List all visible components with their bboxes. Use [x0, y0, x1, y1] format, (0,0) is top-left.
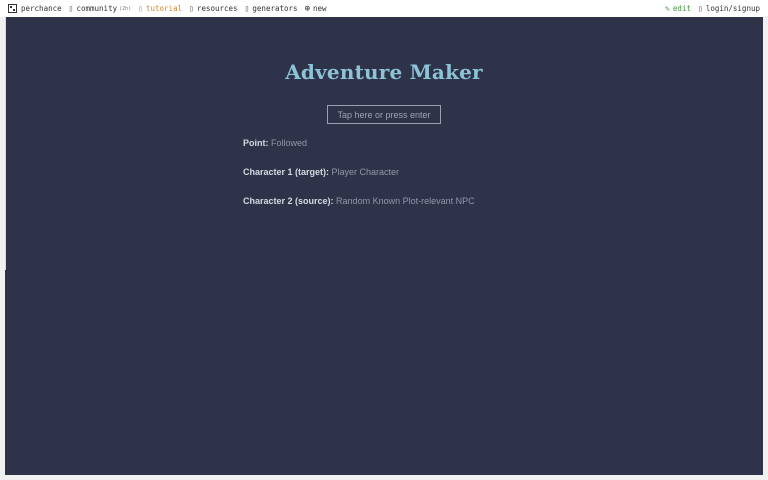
field-row-character-2: Character 2 (source): Random Known Plot-… [243, 196, 475, 225]
nav-generators[interactable]: ▯ generators [245, 4, 298, 13]
nav-left: perchance ▯ community (2h) ▯ tutorial ▯ … [8, 4, 334, 14]
field-label: Point: [243, 138, 271, 148]
field-label: Character 2 (source): [243, 196, 337, 206]
nav-community-label: community [76, 4, 118, 13]
plus-circle-icon: ⊕ [304, 3, 310, 14]
nav-community[interactable]: ▯ community (2h) [69, 4, 132, 13]
grid-icon: ▯ [244, 4, 250, 13]
nav-login[interactable]: ▯ login/signup [698, 4, 760, 13]
nav-generators-label: generators [252, 4, 298, 13]
user-icon: ▯ [697, 4, 703, 13]
nav-login-label: login/signup [705, 4, 760, 13]
chat-icon: ▯ [68, 4, 74, 13]
field-value: Followed [271, 138, 308, 148]
nav-perchance[interactable]: perchance [8, 4, 62, 13]
nav-right: ✎ edit ▯ login/signup [665, 4, 760, 13]
book-icon: ▯ [138, 4, 143, 13]
logo-icon [8, 4, 17, 13]
top-nav-bar: perchance ▯ community (2h) ▯ tutorial ▯ … [0, 0, 768, 17]
nav-new[interactable]: ⊕ new [305, 4, 327, 14]
nav-tutorial-label: tutorial [145, 4, 183, 13]
bookmark-icon: ▯ [189, 4, 194, 13]
page-title: Adventure Maker [285, 60, 483, 84]
panel-edge [5, 17, 6, 270]
generate-button[interactable]: Tap here or press enter [327, 105, 441, 124]
community-badge: (2h) [119, 5, 132, 12]
nav-new-label: new [312, 4, 327, 13]
field-value: Player Character [331, 167, 400, 177]
field-row-character-1: Character 1 (target): Player Character [243, 167, 475, 196]
nav-tutorial[interactable]: ▯ tutorial [138, 4, 182, 13]
generator-panel [5, 17, 763, 475]
result-fields: Point: Followed Character 1 (target): Pl… [243, 138, 475, 225]
field-label: Character 1 (target): [243, 167, 332, 177]
nav-edit[interactable]: ✎ edit [665, 4, 691, 13]
field-row-point: Point: Followed [243, 138, 475, 167]
field-value: Random Known Plot-relevant NPC [336, 196, 475, 206]
nav-resources-label: resources [196, 4, 238, 13]
pencil-icon: ✎ [665, 4, 670, 13]
nav-resources[interactable]: ▯ resources [189, 4, 237, 13]
nav-edit-label: edit [672, 4, 691, 13]
bottom-strip [0, 475, 768, 480]
nav-perchance-label: perchance [21, 4, 62, 13]
